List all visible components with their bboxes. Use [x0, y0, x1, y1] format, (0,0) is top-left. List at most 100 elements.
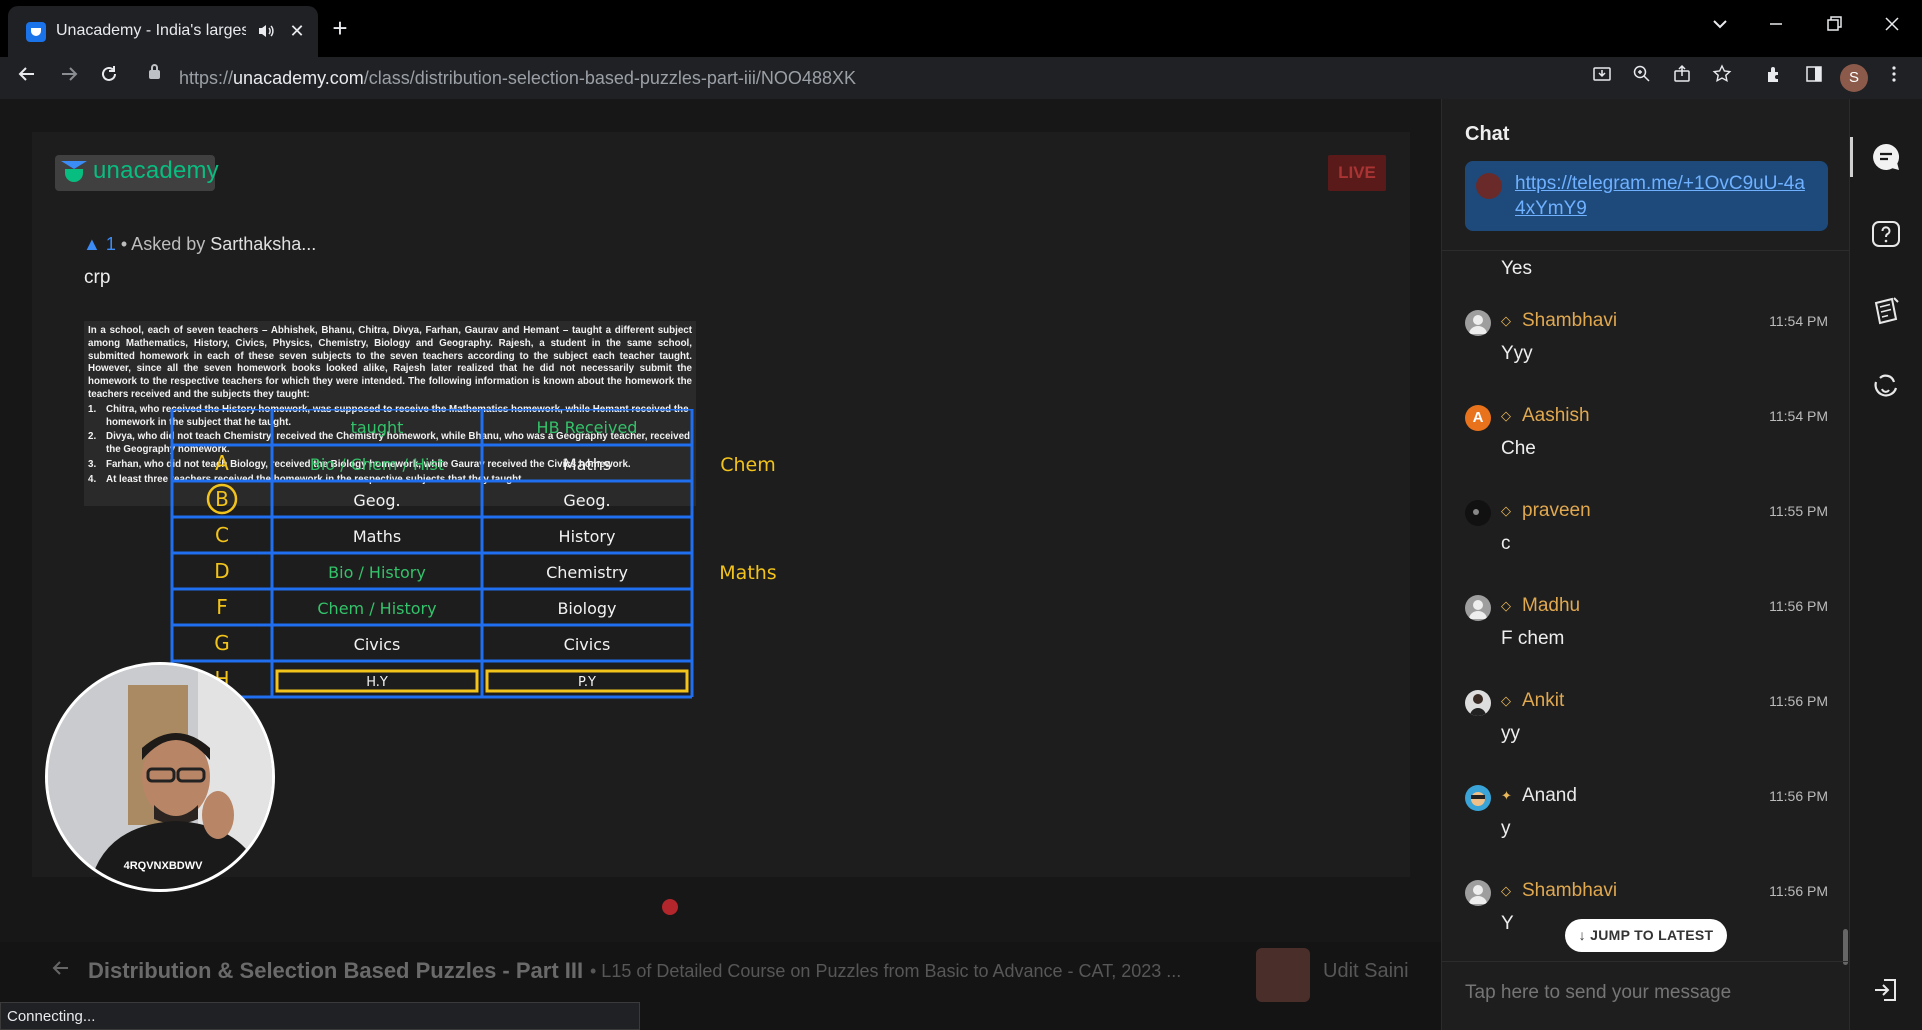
user-avatar	[1465, 500, 1491, 526]
reload-icon[interactable]	[94, 63, 124, 93]
message-author[interactable]: Shambhavi	[1522, 880, 1617, 902]
message-text: c	[1501, 533, 1511, 554]
educator-avatar[interactable]	[1256, 948, 1310, 1002]
unacademy-logo-icon	[61, 161, 87, 182]
notes-icon[interactable]	[1870, 295, 1902, 327]
educator-name[interactable]: Udit Saini	[1323, 960, 1409, 983]
unacademy-favicon-icon	[26, 22, 46, 42]
side-note: Maths	[719, 562, 776, 584]
chat-message: ◇ Madhu 11:56 PM F chem	[1465, 595, 1828, 685]
tab-search-icon[interactable]	[1700, 12, 1740, 44]
pinned-link[interactable]: https://telegram.me/+1OvC9uU-4a4xYmY9	[1515, 171, 1815, 221]
video-player[interactable]: unacademy LIVE ▲ 1 • Asked by Sarthaksha…	[0, 99, 1441, 1030]
bookmark-star-icon[interactable]	[1708, 64, 1736, 92]
close-window-icon[interactable]	[1872, 12, 1912, 44]
message-text: Y	[1501, 913, 1514, 934]
pinned-avatar	[1476, 173, 1502, 199]
sparkle-badge-icon: ✦	[1501, 788, 1512, 803]
jump-to-latest-button[interactable]: ↓ JUMP TO LATEST	[1565, 919, 1727, 952]
lock-icon[interactable]	[149, 64, 160, 79]
class-title: Distribution & Selection Based Puzzles -…	[88, 958, 584, 983]
side-note: Chem	[720, 454, 776, 476]
user-avatar	[1465, 880, 1491, 906]
question-intro: In a school, each of seven teachers – Ab…	[88, 325, 692, 400]
user-avatar: A	[1465, 405, 1491, 431]
restore-icon[interactable]	[1814, 12, 1854, 44]
chat-message: ◇ praveen 11:55 PM c	[1465, 500, 1828, 590]
received-cell: Biology	[557, 599, 616, 618]
chat-composer	[1442, 961, 1850, 1030]
message-author[interactable]: Aashish	[1522, 405, 1590, 427]
message-time: 11:56 PM	[1769, 788, 1828, 804]
user-avatar	[1465, 690, 1491, 716]
whiteboard-table: taught HB Received A Bio / Chem / Hist Maths…	[170, 409, 777, 699]
speaker-icon[interactable]	[256, 21, 276, 41]
row-label: C	[215, 523, 229, 547]
teacher-camera[interactable]: 4RQVNXBDWV	[45, 662, 275, 892]
live-badge: LIVE	[1328, 155, 1386, 191]
asker-name: Sarthaksha...	[210, 234, 317, 254]
browser-status-bubble: Connecting...	[0, 1002, 640, 1030]
row-label: F	[216, 595, 228, 619]
browser-tab[interactable]: Unacademy - India's largest l ✕	[8, 6, 318, 57]
camera-watermark-id: 4RQVNXBDWV	[123, 860, 203, 872]
course-subtitle[interactable]: • L15 of Detailed Course on Puzzles from…	[590, 961, 1181, 982]
status-text: Connecting...	[7, 1008, 96, 1025]
taught-cell: Geog.	[353, 491, 400, 510]
message-text: F chem	[1501, 628, 1565, 649]
chat-message-input[interactable]	[1465, 982, 1825, 1004]
forward-icon[interactable]	[54, 63, 84, 93]
share-icon[interactable]	[1668, 64, 1696, 92]
chat-scrollbar[interactable]	[1843, 929, 1848, 965]
url-text[interactable]: https://unacademy.com/class/distribution…	[179, 68, 856, 89]
install-app-icon[interactable]	[1588, 64, 1616, 92]
chat-message: ◇ Ankit 11:56 PM yy	[1465, 690, 1828, 780]
message-author[interactable]: Madhu	[1522, 595, 1580, 617]
message-time: 11:54 PM	[1769, 408, 1828, 424]
message-text: y	[1501, 818, 1511, 839]
taught-cell: Bio / Chem / Hist	[310, 455, 444, 474]
chat-message: ✦ Anand 11:56 PM y	[1465, 785, 1828, 875]
browser-tab-strip: Unacademy - India's largest l ✕ +	[0, 0, 1922, 57]
message-time: 11:54 PM	[1769, 313, 1828, 329]
taught-cell: Chem / History	[317, 599, 436, 618]
menu-kebab-icon[interactable]	[1880, 64, 1908, 92]
extensions-icon[interactable]	[1760, 64, 1788, 92]
plus-badge-icon: ◇	[1501, 408, 1511, 423]
side-panel-icon[interactable]	[1800, 64, 1828, 92]
chat-messages[interactable]: Yes ◇ Shambhavi 11:54 PM Yyy A ◇ Aashish…	[1442, 251, 1850, 961]
upvote-icon[interactable]: ▲	[83, 234, 101, 254]
address-bar[interactable]: https://unacademy.com/class/distribution…	[139, 59, 1605, 97]
active-indicator	[1850, 137, 1853, 177]
taught-cell: Civics	[354, 635, 401, 654]
zoom-icon[interactable]	[1628, 64, 1656, 92]
message-author[interactable]: praveen	[1522, 500, 1591, 522]
recording-dot-icon	[662, 899, 678, 915]
exit-icon[interactable]	[1872, 976, 1900, 1004]
poll-icon[interactable]	[1870, 372, 1902, 404]
row-label: D	[214, 559, 229, 583]
message-text: yy	[1501, 723, 1520, 744]
tab-title: Unacademy - India's largest l	[56, 22, 246, 39]
message-author[interactable]: Ankit	[1522, 690, 1564, 712]
doubt-icon[interactable]	[1870, 219, 1902, 251]
message-author[interactable]: Shambhavi	[1522, 310, 1617, 332]
table-header: taught	[351, 418, 404, 437]
received-cell: Civics	[564, 635, 611, 654]
page: unacademy LIVE ▲ 1 • Asked by Sarthaksha…	[0, 99, 1922, 1030]
asked-by-label: • Asked by	[120, 234, 206, 254]
doubt-meta: ▲ 1 • Asked by Sarthaksha...	[83, 234, 316, 255]
minimize-icon[interactable]	[1756, 12, 1796, 44]
chat-icon[interactable]	[1870, 141, 1902, 173]
user-avatar	[1465, 310, 1491, 336]
back-icon[interactable]	[12, 63, 42, 93]
new-tab-button[interactable]: +	[326, 14, 354, 42]
message-author[interactable]: Anand	[1522, 785, 1577, 807]
message-time: 11:56 PM	[1769, 883, 1828, 899]
profile-avatar[interactable]: S	[1840, 64, 1868, 92]
message-text: Che	[1501, 438, 1536, 459]
chat-message: ◇ Shambhavi 11:54 PM Yyy	[1465, 310, 1828, 400]
close-tab-icon[interactable]: ✕	[286, 20, 308, 42]
taught-cell: Maths	[353, 527, 401, 546]
back-arrow-icon[interactable]	[50, 957, 72, 985]
